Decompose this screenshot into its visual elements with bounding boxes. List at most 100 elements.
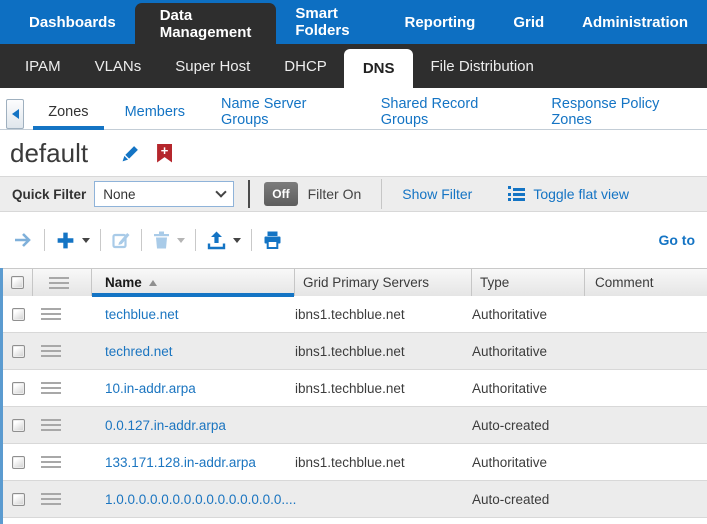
filter-on-toggle[interactable]: Off bbox=[264, 182, 297, 206]
subnav-vlans[interactable]: VLANs bbox=[78, 44, 159, 88]
delete-dropdown-caret[interactable] bbox=[177, 238, 185, 243]
column-header-comment-label: Comment bbox=[595, 275, 654, 290]
grid-primary-servers-cell: ibns1.techblue.net bbox=[295, 444, 472, 480]
subnav-super-host[interactable]: Super Host bbox=[158, 44, 267, 88]
nav-administration[interactable]: Administration bbox=[563, 0, 707, 44]
zone-link[interactable]: 0.0.127.in-addr.arpa bbox=[105, 418, 226, 433]
divider bbox=[248, 180, 250, 208]
nav-smart-folders[interactable]: Smart Folders bbox=[276, 0, 385, 44]
table-row[interactable]: 133.171.128.in-addr.arpa ibns1.techblue.… bbox=[3, 444, 707, 481]
column-header-type-label: Type bbox=[480, 275, 509, 290]
zone-name-cell: 1.0.0.0.0.0.0.0.0.0.0.0.0.0.0.0.... bbox=[92, 481, 295, 517]
table-header: Name Grid Primary Servers Type Comment bbox=[3, 268, 707, 296]
edit-button[interactable] bbox=[111, 230, 131, 250]
divider bbox=[251, 229, 252, 251]
hamburger-icon[interactable] bbox=[41, 493, 61, 505]
column-header-comment[interactable]: Comment bbox=[585, 269, 707, 296]
add-dropdown-caret[interactable] bbox=[82, 238, 90, 243]
subnav-dhcp[interactable]: DHCP bbox=[267, 44, 344, 88]
column-header-type[interactable]: Type bbox=[472, 269, 585, 296]
subnav-file-distribution[interactable]: File Distribution bbox=[413, 44, 550, 88]
hamburger-icon[interactable] bbox=[41, 345, 61, 357]
hamburger-icon[interactable] bbox=[41, 382, 61, 394]
zone-link[interactable]: 10.in-addr.arpa bbox=[105, 381, 196, 396]
export-dropdown-caret[interactable] bbox=[233, 238, 241, 243]
select-all-checkbox[interactable] bbox=[11, 276, 24, 289]
zone-name-cell: 133.171.128.in-addr.arpa bbox=[92, 444, 295, 480]
hamburger-icon[interactable] bbox=[41, 308, 61, 320]
quick-filter-bar: Quick Filter None Off Filter On Show Fil… bbox=[0, 176, 707, 212]
export-button[interactable] bbox=[206, 230, 227, 250]
row-checkbox[interactable] bbox=[12, 493, 25, 506]
type-cell: Authoritative bbox=[472, 296, 585, 332]
column-header-name[interactable]: Name bbox=[92, 269, 295, 296]
hamburger-icon[interactable] bbox=[49, 277, 69, 289]
nav-dashboards[interactable]: Dashboards bbox=[10, 0, 135, 44]
column-header-grid-primary-servers[interactable]: Grid Primary Servers bbox=[295, 269, 472, 296]
table-row[interactable]: techblue.net ibns1.techblue.net Authorit… bbox=[3, 296, 707, 333]
delete-button[interactable] bbox=[152, 230, 171, 250]
zone-link[interactable]: 133.171.128.in-addr.arpa bbox=[105, 455, 256, 470]
hamburger-icon[interactable] bbox=[41, 419, 61, 431]
row-checkbox[interactable] bbox=[12, 382, 25, 395]
nav-data-management-label: Data Management bbox=[160, 7, 252, 41]
type-cell: Authoritative bbox=[472, 333, 585, 369]
zone-name-cell: 10.in-addr.arpa bbox=[92, 370, 295, 406]
export-icon bbox=[206, 230, 227, 250]
row-checkbox-cell bbox=[3, 333, 33, 369]
subnav-ipam-label: IPAM bbox=[25, 58, 61, 75]
tab-scroll-left-button[interactable] bbox=[6, 99, 24, 129]
table-row[interactable]: 1.0.0.0.0.0.0.0.0.0.0.0.0.0.0.0.... Auto… bbox=[3, 481, 707, 518]
open-record-button[interactable] bbox=[12, 230, 34, 250]
tab-zones[interactable]: Zones bbox=[30, 95, 106, 129]
quick-filter-select[interactable]: None bbox=[94, 181, 234, 207]
nav-data-management[interactable]: Data Management bbox=[135, 3, 277, 44]
page-title: default bbox=[10, 138, 88, 169]
add-button[interactable] bbox=[55, 230, 76, 251]
row-checkbox[interactable] bbox=[12, 456, 25, 469]
plus-icon bbox=[55, 230, 76, 251]
add-bookmark-icon[interactable] bbox=[157, 144, 172, 163]
primary-nav: Dashboards Data Management Smart Folders… bbox=[0, 0, 707, 44]
subnav-dhcp-label: DHCP bbox=[284, 58, 327, 75]
row-checkbox-cell bbox=[3, 296, 33, 332]
tab-shared-record-groups[interactable]: Shared Record Groups bbox=[363, 95, 534, 129]
table-row[interactable]: 10.in-addr.arpa ibns1.techblue.net Autho… bbox=[3, 370, 707, 407]
tab-name-server-groups[interactable]: Name Server Groups bbox=[203, 95, 363, 129]
nav-dashboards-label: Dashboards bbox=[29, 14, 116, 31]
hamburger-icon[interactable] bbox=[41, 456, 61, 468]
edit-title-button[interactable] bbox=[121, 144, 140, 163]
row-checkbox[interactable] bbox=[12, 308, 25, 321]
title-row: default bbox=[0, 130, 707, 176]
print-button[interactable] bbox=[262, 230, 283, 250]
comment-cell bbox=[585, 407, 707, 443]
nav-reporting[interactable]: Reporting bbox=[385, 0, 494, 44]
comment-cell bbox=[585, 333, 707, 369]
arrow-right-icon bbox=[12, 230, 34, 250]
tab-members[interactable]: Members bbox=[107, 95, 203, 129]
print-icon bbox=[262, 230, 283, 250]
goto-link[interactable]: Go to bbox=[658, 232, 695, 248]
row-checkbox-cell bbox=[3, 444, 33, 480]
zone-name-cell: techblue.net bbox=[92, 296, 295, 332]
row-menu-cell bbox=[33, 333, 92, 369]
subnav-dns[interactable]: DNS bbox=[344, 49, 414, 88]
nav-smart-folders-label: Smart Folders bbox=[295, 5, 366, 39]
row-menu-cell bbox=[33, 370, 92, 406]
table-row[interactable]: techred.net ibns1.techblue.net Authorita… bbox=[3, 333, 707, 370]
comment-cell bbox=[585, 296, 707, 332]
zone-link[interactable]: techred.net bbox=[105, 344, 173, 359]
zone-link[interactable]: techblue.net bbox=[105, 307, 179, 322]
row-checkbox[interactable] bbox=[12, 419, 25, 432]
tab-response-policy-zones[interactable]: Response Policy Zones bbox=[533, 95, 707, 129]
row-checkbox[interactable] bbox=[12, 345, 25, 358]
nav-grid[interactable]: Grid bbox=[494, 0, 563, 44]
zone-link[interactable]: 1.0.0.0.0.0.0.0.0.0.0.0.0.0.0.0.... bbox=[105, 492, 296, 507]
row-menu-header-cell bbox=[33, 269, 92, 296]
comment-cell bbox=[585, 370, 707, 406]
subnav-ipam[interactable]: IPAM bbox=[8, 44, 78, 88]
show-filter-link[interactable]: Show Filter bbox=[402, 186, 472, 202]
row-menu-cell bbox=[33, 407, 92, 443]
toggle-flat-view-link[interactable]: Toggle flat view bbox=[508, 186, 629, 202]
table-row[interactable]: 0.0.127.in-addr.arpa Auto-created bbox=[3, 407, 707, 444]
